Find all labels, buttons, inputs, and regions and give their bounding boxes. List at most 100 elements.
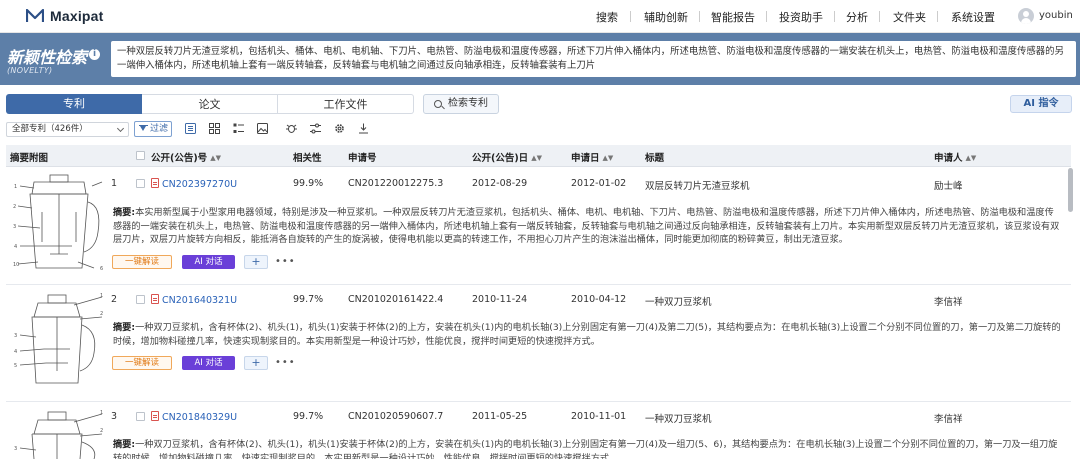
- svg-text:1: 1: [100, 410, 103, 416]
- patent-title[interactable]: 一种双刀豆浆机: [645, 294, 712, 308]
- sort-icon: ▲▼: [965, 154, 977, 162]
- svg-text:6: 6: [100, 266, 103, 272]
- ai-chat-button[interactable]: AI 对话: [182, 356, 235, 370]
- publication-date: 2012-08-29: [472, 178, 528, 189]
- patent-title[interactable]: 双层反转刀片无渣豆浆机: [645, 178, 750, 192]
- row-index: 3: [111, 411, 118, 422]
- publication-number-link[interactable]: CN202397270U: [151, 178, 237, 190]
- relevance-value: 99.9%: [293, 178, 324, 189]
- nav-investment-assistant[interactable]: 投资助手: [779, 9, 823, 25]
- scope-select[interactable]: 全部专利（426件）: [6, 122, 129, 137]
- gear-icon[interactable]: [334, 123, 345, 134]
- col-app-date[interactable]: 申请日 ▲▼: [571, 150, 613, 164]
- ai-chat-button[interactable]: AI 对话: [182, 255, 235, 269]
- row-checkbox[interactable]: [136, 295, 145, 304]
- col-relevance: 相关性: [293, 153, 322, 164]
- filter-button[interactable]: 过滤: [134, 121, 172, 137]
- row-checkbox[interactable]: [136, 179, 145, 188]
- applicant-name[interactable]: 李信祥: [934, 411, 963, 425]
- abstract-figure-image[interactable]: 1 2 3: [12, 408, 106, 459]
- logo-text: Maxipat: [50, 8, 104, 24]
- scope-select-value: 全部专利（426件）: [12, 124, 88, 134]
- query-text-box[interactable]: 一种双层反转刀片无渣豆浆机，包括机头、桶体、电机、电机轴、下刀片、电热管、防溢电…: [111, 41, 1076, 77]
- application-number: CN201020590607.7: [348, 411, 444, 422]
- abstract-text: 摘要:一种双刀豆浆机，含有杯体(2)、机头(1)，机头(1)安装于杯体(2)的上…: [113, 439, 1058, 459]
- publication-date: 2011-05-25: [472, 411, 528, 422]
- chevron-down-icon: [116, 124, 125, 133]
- svg-text:2: 2: [100, 311, 103, 317]
- nav-folder[interactable]: 文件夹: [893, 9, 926, 25]
- publication-number-link[interactable]: CN201640321U: [151, 294, 237, 306]
- row-index: 1: [111, 178, 118, 189]
- table-row: 3 4 5 1 2 2 CN201640321U 99.7% CN20102016142…: [6, 285, 1071, 402]
- svg-text:3: 3: [14, 446, 17, 452]
- application-date: 2012-01-02: [571, 178, 627, 189]
- download-icon[interactable]: [358, 123, 369, 134]
- svg-text:2: 2: [13, 204, 16, 210]
- svg-text:4: 4: [14, 349, 17, 355]
- sliders-icon[interactable]: [310, 123, 321, 134]
- image-view-icon[interactable]: [257, 123, 268, 134]
- svg-text:3: 3: [14, 333, 17, 339]
- user-name[interactable]: youbin: [1039, 10, 1073, 21]
- one-click-interpret-button[interactable]: 一键解读: [112, 255, 172, 269]
- select-all-checkbox[interactable]: [136, 151, 145, 160]
- nav-analysis[interactable]: 分析: [846, 9, 868, 25]
- row-checkbox[interactable]: [136, 412, 145, 421]
- abstract-figure-image[interactable]: 3 4 5 1 2: [12, 291, 106, 391]
- application-date: 2010-11-01: [571, 411, 627, 422]
- pdf-icon: [151, 411, 159, 421]
- nav-divider: [937, 11, 938, 22]
- tab-patent[interactable]: 专利: [6, 94, 142, 114]
- nav-smart-report[interactable]: 智能报告: [711, 9, 755, 25]
- more-options-button[interactable]: •••: [275, 257, 295, 271]
- filter-icon: [139, 125, 148, 133]
- ai-command-button[interactable]: AI 指令: [1010, 95, 1072, 113]
- info-icon[interactable]: i: [89, 49, 100, 60]
- tab-paper[interactable]: 论文: [142, 94, 278, 114]
- applicant-name[interactable]: 李信祥: [934, 294, 963, 308]
- page-title: 新颖性检索: [7, 48, 88, 67]
- patent-title[interactable]: 一种双刀豆浆机: [645, 411, 712, 425]
- page-subtitle: (NOVELTY): [7, 66, 53, 75]
- logo-mark-icon: [26, 9, 44, 22]
- pdf-icon: [151, 294, 159, 304]
- user-avatar-icon[interactable]: [1018, 8, 1034, 24]
- tab-work-file[interactable]: 工作文件: [278, 94, 414, 114]
- application-date: 2010-04-12: [571, 294, 627, 305]
- col-applicant[interactable]: 申请人 ▲▼: [934, 150, 976, 164]
- abstract-figure-image[interactable]: 1 2 3 4 10 6: [12, 172, 106, 278]
- table-row: 1 2 3 3 CN201840329U 99.7% CN201020590607.…: [6, 402, 1071, 459]
- vertical-scrollbar[interactable]: [1068, 168, 1073, 212]
- logo[interactable]: Maxipat: [26, 8, 104, 24]
- list-view-icon[interactable]: [185, 123, 196, 134]
- sort-icon: ▲▼: [531, 154, 542, 162]
- nav-system-settings[interactable]: 系统设置: [951, 9, 995, 25]
- add-button[interactable]: +: [244, 255, 268, 269]
- application-number: CN201020161422.4: [348, 294, 444, 305]
- add-button[interactable]: +: [244, 356, 268, 370]
- search-patent-button[interactable]: 检索专利: [423, 94, 499, 114]
- grid-view-icon[interactable]: [209, 123, 220, 134]
- applicant-name[interactable]: 励士峰: [934, 178, 963, 192]
- col-pub-no[interactable]: 公开(公告)号 ▲▼: [151, 150, 221, 164]
- col-pub-date[interactable]: 公开(公告)日 ▲▼: [472, 150, 542, 164]
- detail-view-icon[interactable]: [233, 123, 244, 134]
- nav-assisted-innovation[interactable]: 辅助创新: [644, 9, 688, 25]
- bug-icon[interactable]: [286, 123, 297, 134]
- nav-search[interactable]: 搜索: [596, 9, 618, 25]
- one-click-interpret-button[interactable]: 一键解读: [112, 356, 172, 370]
- svg-text:5: 5: [14, 363, 17, 369]
- table-row: 1 2 3 4 10 6 1 CN202397270U 99.9% CN201220012…: [6, 168, 1071, 285]
- col-figure: 摘要附图: [10, 153, 49, 164]
- abstract-text: 摘要:本实用新型属于小型家用电器领域，特别是涉及一种豆浆机。一种双层反转刀片无渣…: [113, 207, 1060, 245]
- relevance-value: 99.7%: [293, 411, 324, 422]
- publication-number-link[interactable]: CN201840329U: [151, 411, 237, 423]
- nav-divider: [766, 11, 767, 22]
- nav-divider: [834, 11, 835, 22]
- row-index: 2: [111, 294, 118, 305]
- more-options-button[interactable]: •••: [275, 358, 295, 372]
- nav-divider: [630, 11, 631, 22]
- svg-text:3: 3: [13, 224, 16, 230]
- search-patent-label: 检索专利: [448, 98, 488, 109]
